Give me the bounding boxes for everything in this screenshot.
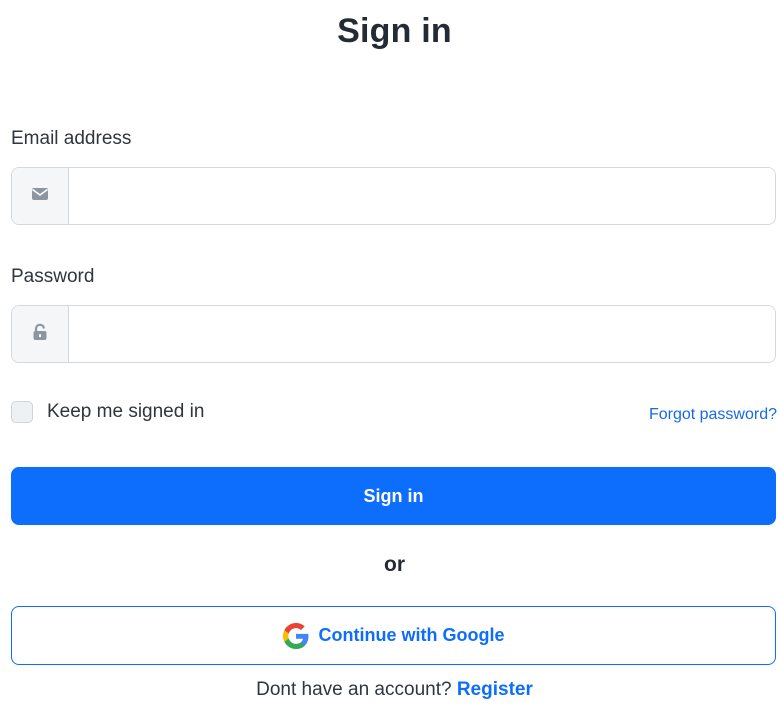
lock-icon	[32, 323, 48, 346]
keep-signed-in-option[interactable]: Keep me signed in	[11, 401, 204, 423]
forgot-password-link[interactable]: Forgot password?	[649, 406, 777, 424]
email-field[interactable]	[69, 168, 775, 224]
page-title: Sign in	[337, 12, 452, 50]
envelope-icon	[31, 187, 49, 206]
password-label: Password	[11, 266, 95, 287]
sign-in-page: Sign in Email address Password Keep me s…	[0, 0, 779, 725]
email-addon	[12, 168, 69, 224]
google-icon	[282, 622, 309, 649]
keep-signed-in-label: Keep me signed in	[47, 401, 205, 422]
register-prompt-text: Dont have an account?	[256, 679, 452, 700]
register-link[interactable]: Register	[457, 679, 533, 700]
continue-with-google-label: Continue with Google	[318, 625, 505, 645]
email-input-group	[11, 167, 776, 225]
password-field[interactable]	[69, 306, 775, 362]
password-addon	[12, 306, 69, 362]
or-divider: or	[384, 553, 405, 576]
keep-signed-in-checkbox[interactable]	[11, 401, 33, 423]
register-prompt: Dont have an account? Register	[0, 679, 779, 701]
continue-with-google-button[interactable]: Continue with Google	[11, 606, 776, 665]
email-label: Email address	[11, 128, 132, 149]
sign-in-button[interactable]: Sign in	[11, 467, 776, 525]
password-input-group	[11, 305, 776, 363]
